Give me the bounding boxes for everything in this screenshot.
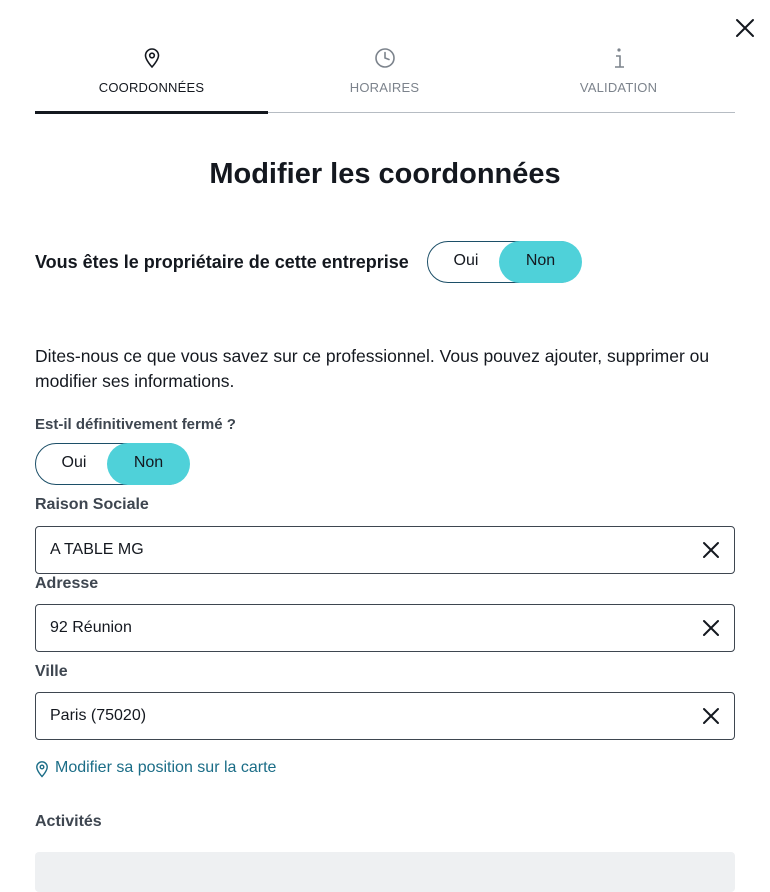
close-button[interactable] [733,16,757,40]
closed-yes-option[interactable]: Oui [36,443,112,485]
address-label: Adresse [35,575,99,592]
map-pin-icon [143,47,161,74]
clear-address-button[interactable] [700,617,722,639]
close-icon [703,542,719,558]
tab-label: VALIDATION [579,80,658,95]
clear-city-button[interactable] [700,705,722,727]
company-name-field[interactable]: A TABLE MG [35,526,735,574]
tab-label: COORDONNÉES [98,80,205,95]
address-field[interactable]: 92 Réunion [35,604,735,652]
tab-horaires[interactable]: HORAIRES [268,40,501,114]
tab-validation[interactable]: VALIDATION [502,40,735,114]
address-value: 92 Réunion [50,619,132,636]
closed-question: Est-il définitivement fermé ? [35,416,236,433]
page-title: Modifier les coordonnées [209,158,561,190]
company-name-value: A TABLE MG [50,541,144,558]
owner-question: Vous êtes le propriétaire de cette entre… [35,252,409,272]
city-field[interactable]: Paris (75020) [35,692,735,740]
company-name-label: Raison Sociale [35,496,149,513]
closed-no-option[interactable]: Non [107,443,190,485]
intro-text: Dites-nous ce que vous savez sur ce prof… [35,346,710,391]
clock-icon [374,47,396,74]
map-link-label: Modifier sa position sur la carte [55,759,277,776]
tab-label: HORAIRES [349,80,420,95]
info-icon [610,47,628,74]
active-tab-indicator [35,111,268,114]
owner-no-option[interactable]: Non [499,241,582,283]
city-label: Ville [35,663,68,680]
tab-coordonnees[interactable]: COORDONNÉES [35,40,268,114]
activities-label: Activités [35,813,102,830]
clear-company-button[interactable] [700,539,722,561]
owner-toggle: Oui Non [427,241,582,283]
owner-yes-option[interactable]: Oui [428,241,504,283]
closed-toggle: Oui Non [35,443,190,485]
activities-field[interactable] [35,852,735,892]
close-icon [703,708,719,724]
close-icon [736,19,754,37]
close-icon [703,620,719,636]
step-tabs: COORDONNÉES HORAIRES VALIDATION [35,40,735,114]
map-pin-icon [36,761,48,778]
city-value: Paris (75020) [50,707,147,724]
